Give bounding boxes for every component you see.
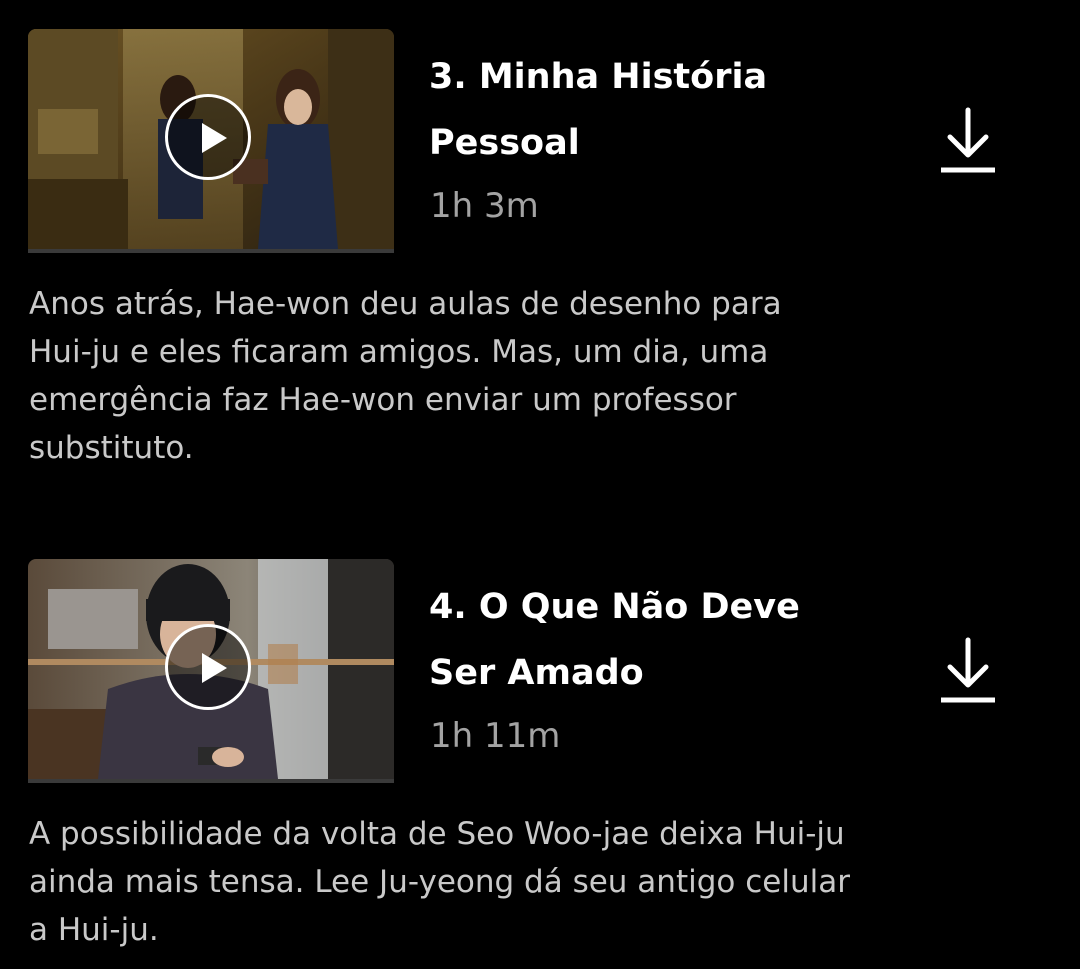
play-icon bbox=[202, 653, 227, 683]
episode-description: Anos atrás, Hae-won deu aulas de desenho… bbox=[29, 280, 1029, 472]
play-button[interactable] bbox=[165, 94, 251, 180]
episode-progress-track bbox=[28, 779, 394, 783]
episode-title: 4. O Que Não Deve Ser Amado bbox=[429, 574, 849, 706]
episode-description-line: A possibilidade da volta de Seo Woo-jae … bbox=[29, 816, 845, 852]
episode-item: 4. O Que Não Deve Ser Amado 1h 11m A pos… bbox=[0, 530, 1080, 969]
episode-title-line: 3. Minha História bbox=[429, 57, 768, 97]
episode-duration: 1h 11m bbox=[430, 716, 561, 756]
episode-progress-track bbox=[28, 249, 394, 253]
play-icon bbox=[202, 123, 227, 153]
episode-thumbnail[interactable] bbox=[28, 559, 394, 783]
episode-description-line: ainda mais tensa. Lee Ju-yeong dá seu an… bbox=[29, 864, 850, 900]
play-button[interactable] bbox=[165, 624, 251, 710]
episode-description-line: Hui-ju e eles ficaram amigos. Mas, um di… bbox=[29, 334, 769, 370]
episode-duration: 1h 3m bbox=[430, 186, 539, 226]
episode-item: 3. Minha História Pessoal 1h 3m Anos atr… bbox=[0, 0, 1080, 530]
download-button[interactable] bbox=[938, 636, 998, 708]
episode-thumbnail[interactable] bbox=[28, 29, 394, 253]
download-button[interactable] bbox=[938, 106, 998, 178]
episode-title-line: Pessoal bbox=[429, 123, 580, 163]
episode-title-line: 4. O Que Não Deve bbox=[429, 587, 800, 627]
episode-description: A possibilidade da volta de Seo Woo-jae … bbox=[29, 810, 1029, 954]
episode-title-line: Ser Amado bbox=[429, 653, 644, 693]
episode-description-line: a Hui-ju. bbox=[29, 912, 159, 948]
episode-title: 3. Minha História Pessoal bbox=[429, 44, 849, 176]
episode-description-line: substituto. bbox=[29, 430, 194, 466]
download-icon bbox=[941, 107, 995, 173]
episode-description-line: emergência faz Hae-won enviar um profess… bbox=[29, 382, 737, 418]
episode-description-line: Anos atrás, Hae-won deu aulas de desenho… bbox=[29, 286, 782, 322]
download-icon bbox=[941, 637, 995, 703]
